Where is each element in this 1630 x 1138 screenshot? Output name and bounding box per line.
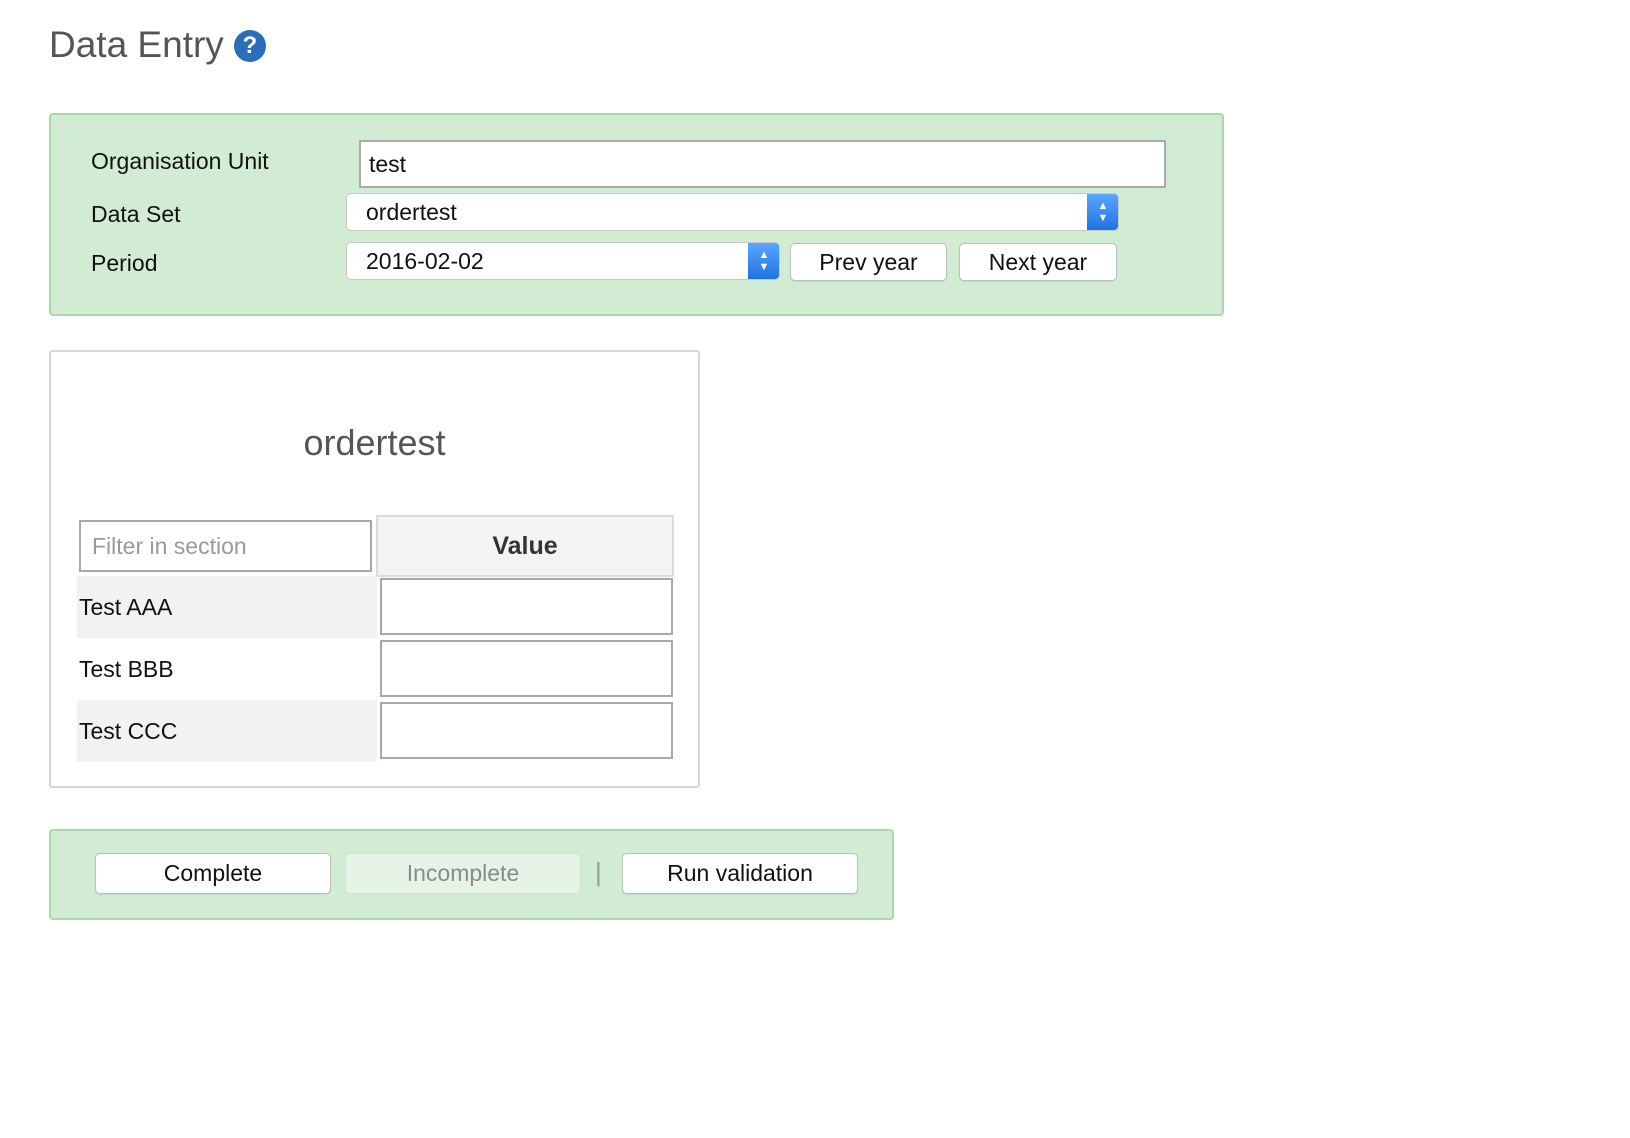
- value-input-row-2[interactable]: [380, 640, 673, 697]
- prev-year-button[interactable]: Prev year: [790, 243, 947, 281]
- select-arrows-icon: ▲ ▼: [1087, 194, 1118, 230]
- data-set-label: Data Set: [91, 201, 181, 227]
- period-label: Period: [91, 250, 158, 276]
- value-input-row-1[interactable]: [380, 578, 673, 635]
- value-input-row-3[interactable]: [380, 702, 673, 759]
- help-icon[interactable]: ?: [233, 30, 266, 62]
- actions-panel: Complete Incomplete | Run validation: [49, 829, 894, 920]
- period-select[interactable]: 2016-02-02 ▲ ▼: [346, 242, 780, 280]
- run-validation-button[interactable]: Run validation: [622, 853, 858, 894]
- data-entry-form: ordertest Value Test AAA Test BBB Test C…: [49, 350, 700, 788]
- page-title-area: Data Entry ?: [49, 24, 266, 66]
- table-row-label: Test AAA: [77, 576, 377, 638]
- next-year-button[interactable]: Next year: [959, 243, 1117, 281]
- selection-panel: Organisation Unit Data Set ordertest ▲▼ …: [49, 113, 1224, 316]
- button-separator: |: [595, 857, 602, 887]
- data-set-selected-value: ordertest: [366, 198, 457, 225]
- table-row-label: Test BBB: [79, 655, 174, 682]
- data-set-select[interactable]: ordertest ▲ ▼: [346, 193, 1119, 231]
- table-row-label: Test CCC: [77, 700, 377, 762]
- value-column-header: Value: [376, 515, 674, 577]
- incomplete-button[interactable]: Incomplete: [345, 853, 581, 894]
- org-unit-label: Organisation Unit: [91, 148, 269, 174]
- org-unit-input[interactable]: [359, 140, 1166, 188]
- form-title: ordertest: [303, 422, 446, 463]
- complete-button[interactable]: Complete: [95, 853, 331, 894]
- filter-in-section-input[interactable]: [79, 520, 372, 572]
- page-title: Data Entry: [49, 24, 224, 65]
- period-selected-value: 2016-02-02: [366, 247, 484, 274]
- select-arrows-icon: ▲ ▼: [748, 243, 779, 279]
